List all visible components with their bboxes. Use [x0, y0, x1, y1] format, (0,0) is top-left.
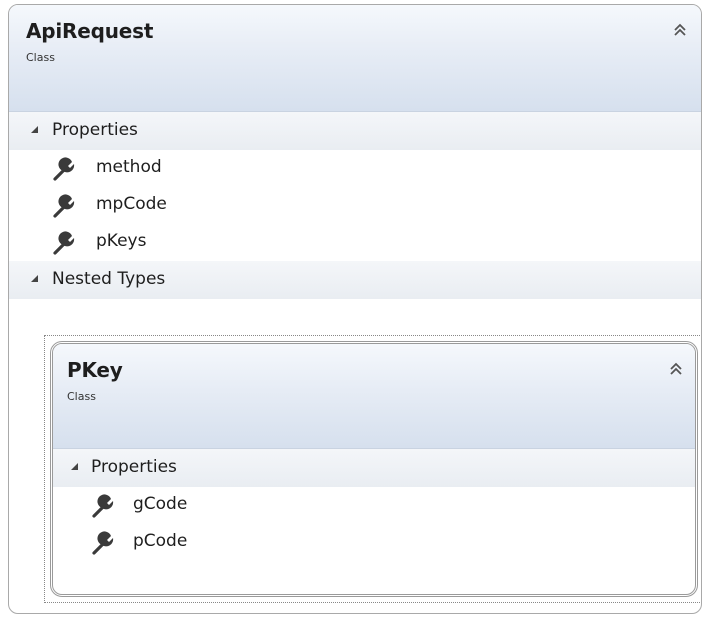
property-name: pCode [133, 531, 188, 551]
property-list: method mpCode pKeys [9, 150, 701, 261]
nested-type-container: PKey Class Properties gCode pCode [44, 335, 701, 603]
wrench-icon [53, 231, 75, 255]
class-shape-pkey[interactable]: PKey Class Properties gCode pCode [50, 341, 698, 597]
property-name: gCode [133, 494, 188, 514]
section-properties[interactable]: Properties [9, 112, 701, 150]
property-name: mpCode [96, 194, 167, 214]
property-item-pkeys[interactable]: pKeys [9, 224, 701, 261]
class-header: PKey Class [53, 344, 695, 449]
double-chevron-up-icon[interactable] [667, 360, 685, 378]
property-item-mpcode[interactable]: mpCode [9, 187, 701, 224]
class-kind: Class [26, 51, 55, 64]
property-list: gCode pCode [53, 487, 695, 561]
triangle-expanded-icon[interactable] [71, 463, 78, 470]
double-chevron-up-icon[interactable] [671, 21, 689, 39]
section-nested-types[interactable]: Nested Types [9, 261, 701, 299]
class-shape-apirequest[interactable]: ApiRequest Class Properties method mpCod… [8, 4, 702, 614]
wrench-icon [92, 531, 114, 555]
triangle-expanded-icon[interactable] [31, 275, 38, 282]
section-label: Properties [52, 120, 138, 140]
section-label: Properties [91, 457, 177, 477]
wrench-icon [53, 194, 75, 218]
class-header: ApiRequest Class [9, 5, 701, 112]
property-name: pKeys [96, 231, 147, 251]
class-name: PKey [67, 358, 123, 382]
property-item-pcode[interactable]: pCode [53, 524, 695, 561]
wrench-icon [92, 494, 114, 518]
wrench-icon [53, 157, 75, 181]
class-name: ApiRequest [26, 19, 154, 43]
section-properties[interactable]: Properties [53, 449, 695, 487]
triangle-expanded-icon[interactable] [31, 126, 38, 133]
property-name: method [96, 157, 162, 177]
property-item-gcode[interactable]: gCode [53, 487, 695, 524]
class-kind: Class [67, 390, 96, 403]
property-item-method[interactable]: method [9, 150, 701, 187]
section-label: Nested Types [52, 269, 166, 289]
